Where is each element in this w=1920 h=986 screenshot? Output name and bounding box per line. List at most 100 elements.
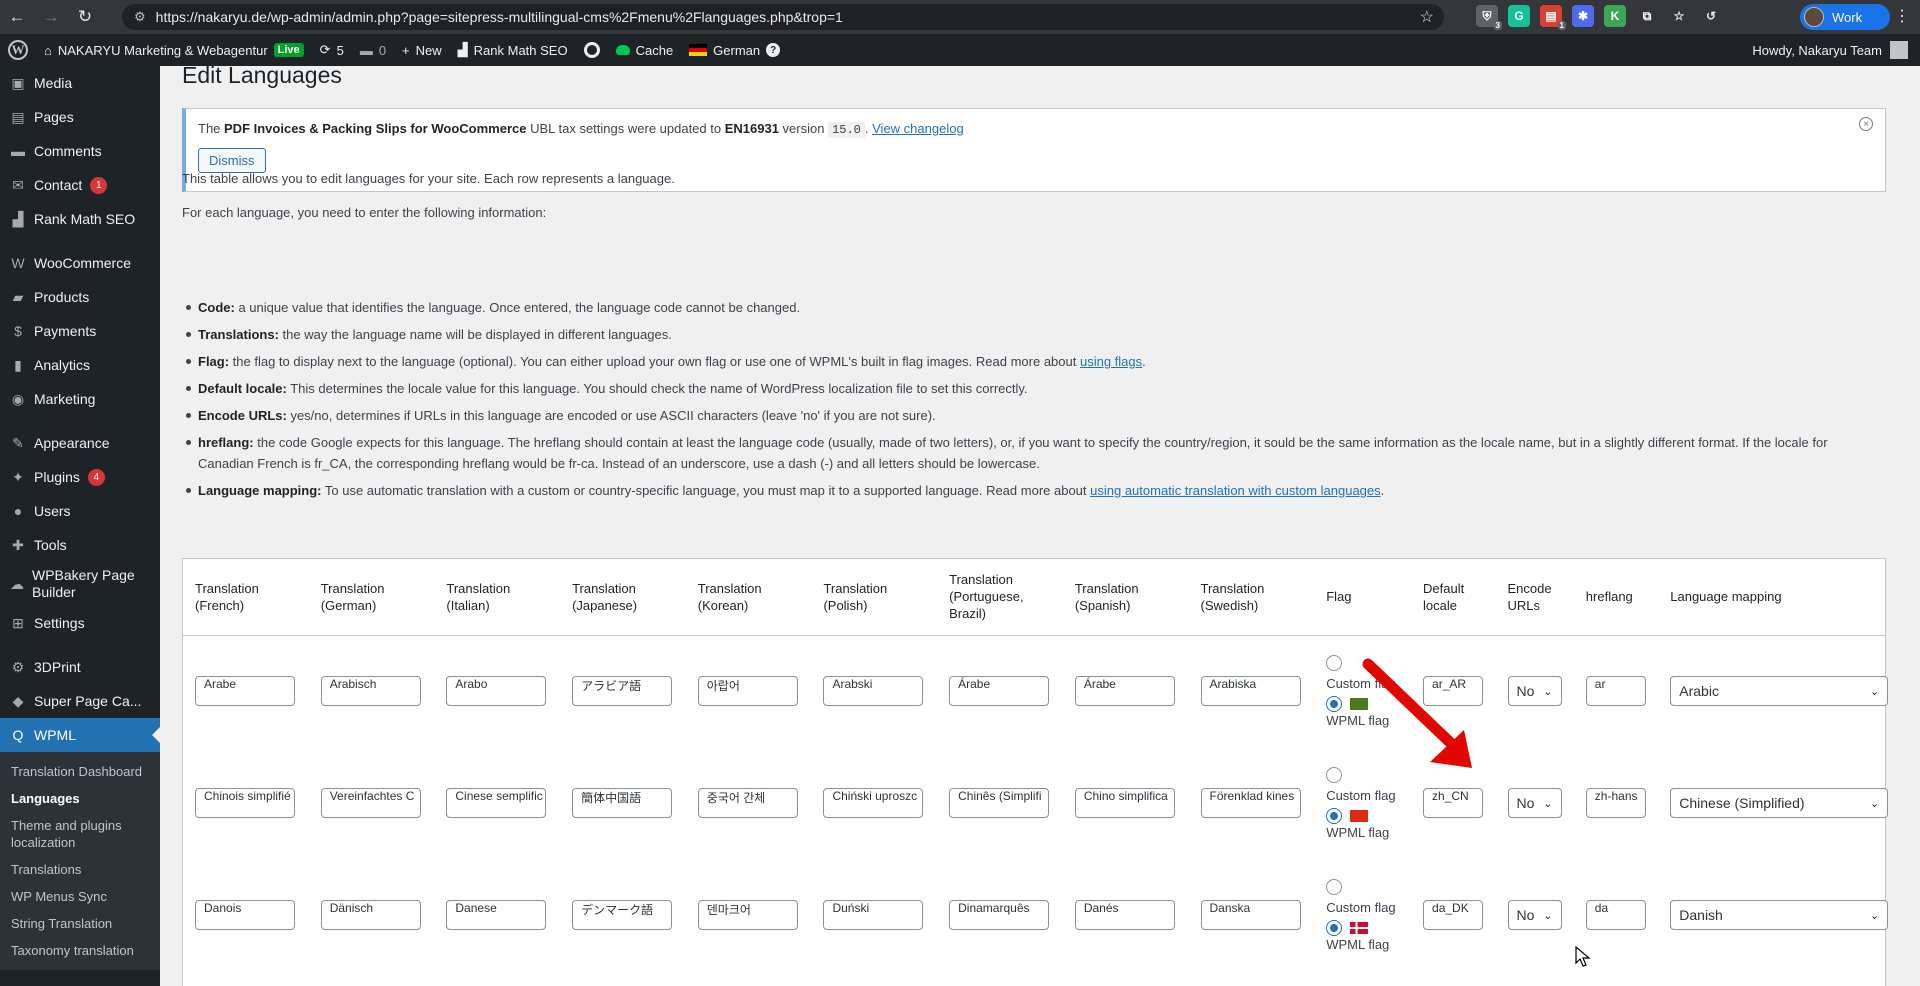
- back-arrow-icon[interactable]: ←: [0, 0, 34, 34]
- site-name-menu[interactable]: ⌂ NAKARYU Marketing & Webagentur Live: [36, 34, 312, 66]
- custom-flag-radio[interactable]: [1326, 766, 1343, 783]
- dismiss-button[interactable]: Dismiss: [198, 148, 266, 173]
- language-mapping-select[interactable]: Arabic ⌄: [1670, 676, 1889, 707]
- wpml-flag-radio[interactable]: [1326, 919, 1343, 936]
- sidebar-item-woocommerce[interactable]: W WooCommerce: [0, 246, 160, 280]
- translation-input[interactable]: Arabe: [195, 676, 295, 707]
- translation-input[interactable]: Arabo: [446, 676, 547, 707]
- info-link[interactable]: using flags: [1080, 354, 1142, 369]
- language-switcher[interactable]: German ?: [681, 34, 788, 66]
- sidebar-item-wpml[interactable]: Q WPML: [0, 718, 160, 752]
- comments-menu[interactable]: ▬ 0: [352, 34, 394, 66]
- hreflang-input[interactable]: ar: [1585, 676, 1646, 707]
- submenu-item-translation-dashboard[interactable]: Translation Dashboard: [0, 758, 160, 785]
- translation-input[interactable]: Chinês (Simplifi: [949, 788, 1050, 818]
- translation-input[interactable]: Árabe: [949, 676, 1050, 707]
- translation-input[interactable]: Cinese semplific: [446, 788, 547, 818]
- history-icon[interactable]: ↺: [1700, 5, 1722, 27]
- translation-input[interactable]: Dinamarquês: [949, 900, 1050, 930]
- sidebar-item-media[interactable]: ▣ Media: [0, 66, 160, 100]
- submenu-item-languages[interactable]: Languages: [0, 785, 160, 812]
- submenu-item-theme-and-plugins-localization[interactable]: Theme and plugins localization: [0, 812, 160, 856]
- translation-input[interactable]: 중국어 간체: [697, 788, 798, 818]
- submenu-item-taxonomy-translation[interactable]: Taxonomy translation: [0, 937, 160, 964]
- info-link[interactable]: using automatic translation with custom …: [1090, 483, 1381, 498]
- hreflang-input[interactable]: da: [1585, 900, 1646, 930]
- translation-input[interactable]: Förenklad kines: [1200, 788, 1301, 818]
- bookmarks-icon[interactable]: ☆: [1668, 5, 1690, 27]
- translation-input[interactable]: アラビア語: [572, 676, 673, 707]
- translation-input[interactable]: Arabisch: [320, 676, 421, 707]
- language-mapping-select[interactable]: Danish ⌄: [1670, 900, 1889, 930]
- wpml-flag-option[interactable]: [1326, 807, 1411, 824]
- encode-urls-select[interactable]: No ⌄: [1507, 900, 1562, 930]
- custom-flag-radio[interactable]: [1326, 878, 1343, 895]
- extensions-icon[interactable]: ⧉: [1636, 5, 1658, 27]
- encode-urls-select[interactable]: No ⌄: [1507, 676, 1562, 707]
- translation-input[interactable]: Dänisch: [320, 900, 421, 930]
- custom-flag-radio[interactable]: [1326, 655, 1343, 672]
- translation-input[interactable]: Duński: [823, 900, 924, 930]
- site-info-icon[interactable]: ⚙: [134, 9, 146, 25]
- cache-menu[interactable]: Cache: [608, 34, 682, 66]
- todoist-icon[interactable]: ▤ 1: [1540, 5, 1566, 30]
- reload-icon[interactable]: ↻: [68, 0, 102, 34]
- default-locale-input[interactable]: da_DK: [1423, 900, 1484, 930]
- translation-input[interactable]: Chinois simplifié: [195, 788, 295, 818]
- browser-menu-icon[interactable]: ⋮: [1890, 5, 1914, 29]
- profile-button[interactable]: Work: [1800, 4, 1890, 30]
- close-icon[interactable]: ×: [1859, 117, 1873, 131]
- translation-input[interactable]: Danés: [1074, 900, 1175, 930]
- updates-menu[interactable]: ⟳ 5: [312, 34, 352, 66]
- account-menu[interactable]: Howdy, Nakaryu Team: [1740, 34, 1920, 66]
- submenu-item-translations[interactable]: Translations: [0, 856, 160, 883]
- url-text[interactable]: https://nakaryu.de/wp-admin/admin.php?pa…: [156, 9, 843, 25]
- sidebar-item-tools[interactable]: ✚ Tools: [0, 528, 160, 562]
- view-changelog-link[interactable]: View changelog: [872, 121, 964, 136]
- sidebar-item-payments[interactable]: $ Payments: [0, 314, 160, 348]
- language-mapping-select[interactable]: Chinese (Simplified) ⌄: [1670, 788, 1889, 818]
- wpml-menu[interactable]: [576, 34, 608, 66]
- translation-input[interactable]: 덴마크어: [697, 900, 798, 930]
- sidebar-item-products[interactable]: ▰ Products: [0, 280, 160, 314]
- puzzle-blue-icon[interactable]: ✱: [1572, 5, 1594, 27]
- sidebar-item-analytics[interactable]: ▮ Analytics: [0, 348, 160, 382]
- translation-input[interactable]: Danska: [1200, 900, 1301, 930]
- sidebar-item-contact[interactable]: ✉ Contact 1: [0, 168, 160, 202]
- sidebar-item-plugins[interactable]: ✦ Plugins 4: [0, 460, 160, 494]
- sidebar-item-rank-math-seo[interactable]: ▟ Rank Math SEO: [0, 202, 160, 236]
- sidebar-item-users[interactable]: ● Users: [0, 494, 160, 528]
- rankmath-menu[interactable]: ▟ Rank Math SEO: [450, 34, 576, 66]
- shield-icon[interactable]: ⛨ 3: [1476, 5, 1502, 30]
- translation-input[interactable]: Danois: [195, 900, 295, 930]
- sidebar-item-settings[interactable]: ⊞ Settings: [0, 606, 160, 640]
- wpml-flag-radio[interactable]: [1326, 807, 1343, 824]
- encode-urls-select[interactable]: No ⌄: [1507, 788, 1562, 818]
- custom-flag-option[interactable]: [1326, 877, 1411, 895]
- sidebar-item-wpbakery-page-builder[interactable]: ☁ WPBakery Page Builder: [0, 562, 160, 606]
- wp-logo-menu[interactable]: W: [0, 34, 36, 66]
- translation-input[interactable]: Arabiska: [1200, 676, 1301, 707]
- translation-input[interactable]: 簡体中国語: [572, 788, 673, 818]
- sidebar-item-3dprint[interactable]: ⚙ 3DPrint: [0, 650, 160, 684]
- bookmark-star-icon[interactable]: ☆: [1420, 7, 1434, 27]
- address-bar[interactable]: ⚙ https://nakaryu.de/wp-admin/admin.php?…: [122, 4, 1444, 30]
- translation-input[interactable]: デンマーク語: [572, 900, 673, 930]
- translation-input[interactable]: Chino simplifica: [1074, 788, 1175, 818]
- sidebar-item-comments[interactable]: ▬ Comments: [0, 134, 160, 168]
- forward-arrow-icon[interactable]: →: [34, 0, 68, 34]
- sidebar-item-pages[interactable]: ▤ Pages: [0, 100, 160, 134]
- sidebar-item-appearance[interactable]: ✎ Appearance: [0, 426, 160, 460]
- translation-input[interactable]: Vereinfachtes C: [320, 788, 421, 818]
- translation-input[interactable]: Danese: [446, 900, 547, 930]
- sidebar-item-super-page-ca[interactable]: ◆ Super Page Ca...: [0, 684, 160, 718]
- new-content-menu[interactable]: + New: [394, 34, 450, 66]
- grammarly-icon[interactable]: G: [1508, 5, 1530, 27]
- submenu-item-wp-menus-sync[interactable]: WP Menus Sync: [0, 883, 160, 910]
- wpml-flag-radio[interactable]: [1326, 696, 1343, 713]
- submenu-item-string-translation[interactable]: String Translation: [0, 910, 160, 937]
- k-icon[interactable]: K: [1604, 5, 1626, 27]
- wpml-flag-option[interactable]: [1326, 919, 1411, 936]
- hreflang-input[interactable]: zh-hans: [1585, 788, 1646, 818]
- default-locale-input[interactable]: zh_CN: [1423, 788, 1484, 818]
